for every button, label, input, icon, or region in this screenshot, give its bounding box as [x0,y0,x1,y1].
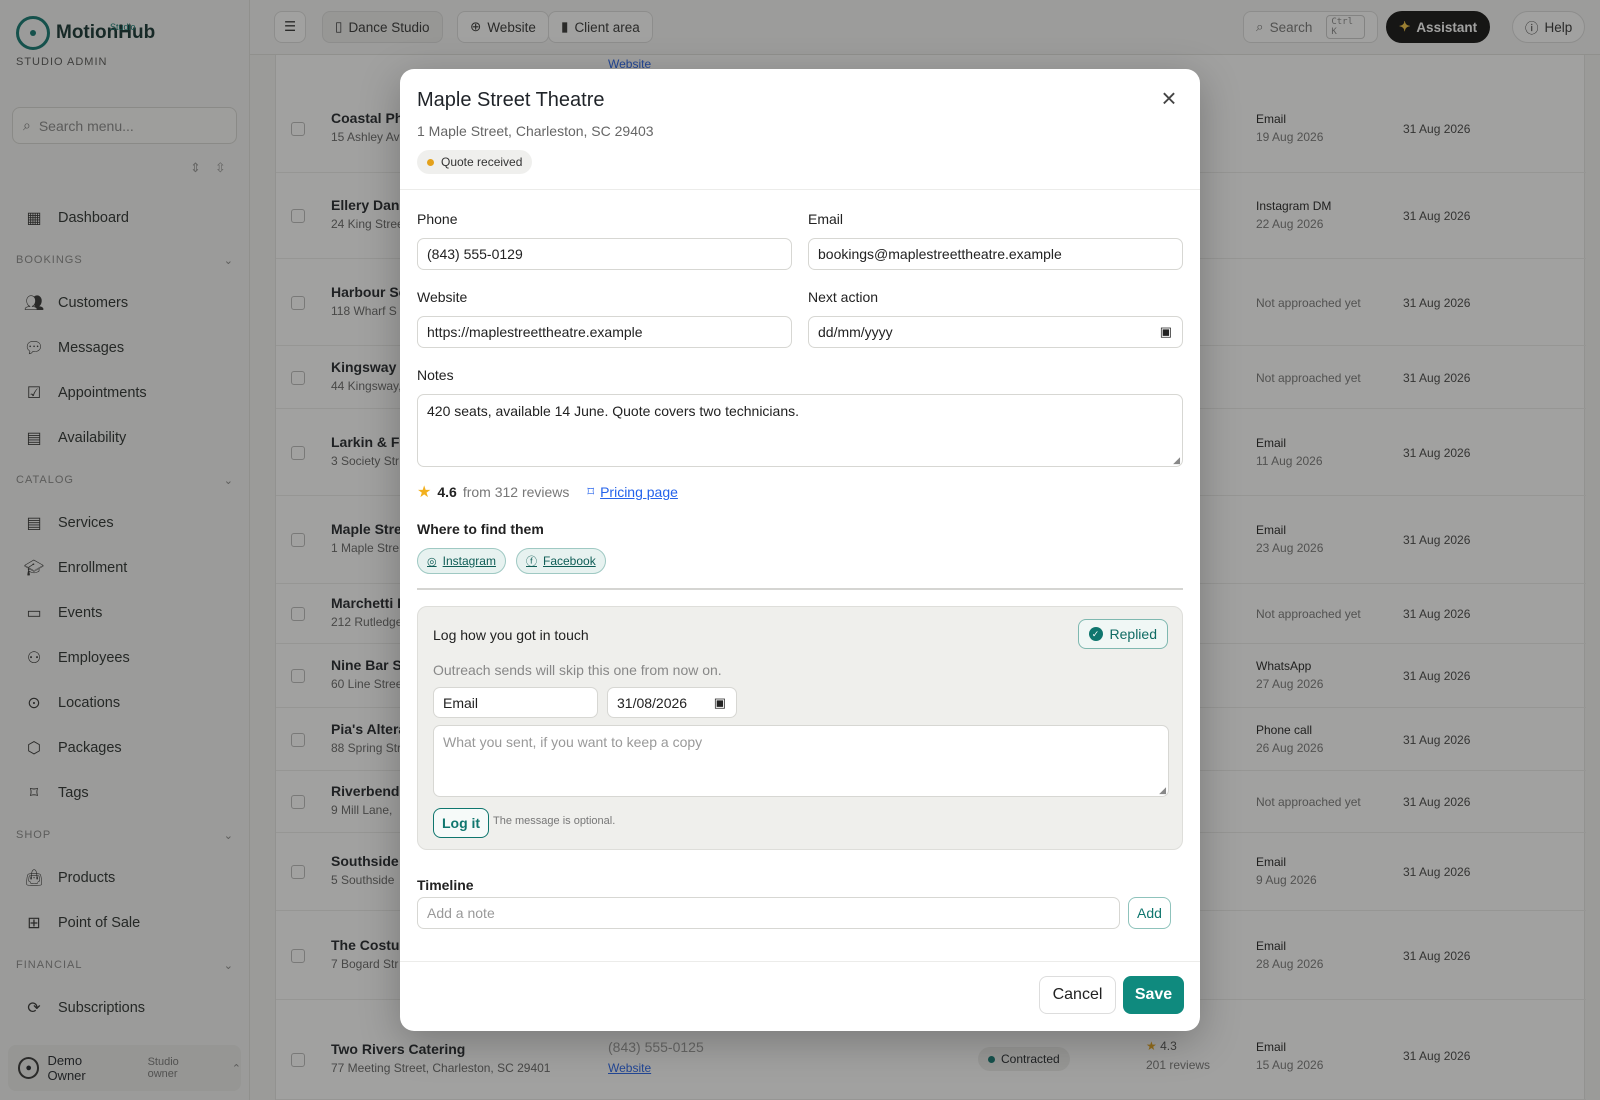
contact-log-panel: Log how you got in touch ✓ Replied Outrea… [417,606,1183,850]
resize-handle-icon[interactable]: ◢ [1159,785,1166,796]
notes-value: 420 seats, available 14 June. Quote cove… [427,403,799,419]
instagram-icon: ◎ [427,555,437,568]
divider [417,588,1183,590]
facebook-link[interactable]: ⓕ Facebook [516,548,606,574]
channel-value: Email [443,694,479,711]
close-icon[interactable]: × [1154,83,1184,113]
replied-toggle[interactable]: ✓ Replied [1077,619,1168,649]
timeline-note-input[interactable]: Add a note [417,897,1120,929]
status-label: Quote received [441,155,523,169]
timeline-placeholder: Add a note [427,905,495,921]
pricing-page-link[interactable]: Pricing page [600,484,678,500]
website-label: Website [417,289,468,305]
timeline-title: Timeline [417,877,474,893]
status-badge: Quote received [417,150,533,174]
calendar-icon[interactable]: ▣ [714,695,726,711]
contact-date-field[interactable]: 31/08/2026 ▣ [607,687,737,718]
lead-details-dialog: × Maple Street Theatre 1 Maple Street, C… [400,69,1200,1031]
calendar-icon[interactable]: ▣ [1160,324,1172,340]
divider [400,189,1200,190]
save-button[interactable]: Save [1123,976,1184,1014]
contact-log-title: Log how you got in touch [433,627,589,643]
dialog-footer-divider [400,961,1200,962]
status-dot-icon [427,158,434,166]
resize-handle-icon[interactable]: ◢ [1173,455,1180,466]
rating-row: ★ 4.6 from 312 reviews ⌑ Pricing page [417,482,678,502]
dialog-title: Maple Street Theatre [417,89,605,111]
notes-textarea[interactable]: 420 seats, available 14 June. Quote cove… [417,394,1183,467]
channel-select[interactable]: Email [433,687,598,718]
dialog-address: 1 Maple Street, Charleston, SC 29403 [417,123,654,139]
instagram-label: Instagram [442,554,496,568]
phone-label: Phone [417,211,458,227]
app-root: MotionHub Studio STUDIO ADMIN ⌕ Search m… [0,0,1600,1100]
next-action-placeholder: dd/mm/yyyy [818,324,893,340]
where-to-find-title: Where to find them [417,521,544,537]
replied-label: Replied [1109,626,1157,642]
log-it-button[interactable]: Log it [433,808,490,838]
email-value: bookings@maplestreettheatre.example [818,246,1062,262]
add-note-button[interactable]: Add [1128,897,1171,929]
facebook-icon: ⓕ [526,556,537,568]
message-textarea[interactable]: What you sent, if you want to keep a cop… [433,725,1169,797]
website-value: https://maplestreettheatre.example [427,324,643,340]
facebook-label: Facebook [543,554,596,568]
review-count: from 312 reviews [462,484,570,500]
log-hint: The message is optional. [493,815,616,827]
email-label: Email [808,211,844,227]
next-action-date-field[interactable]: dd/mm/yyyy ▣ [808,316,1183,348]
next-action-label: Next action [808,289,879,305]
cancel-button[interactable]: Cancel [1039,976,1116,1014]
phone-field[interactable]: (843) 555-0129 [417,238,792,270]
rating-value: 4.6 [437,484,457,500]
email-field[interactable]: bookings@maplestreettheatre.example [808,238,1183,270]
phone-value: (843) 555-0129 [427,246,523,262]
contact-date-value: 31/08/2026 [617,694,688,711]
message-placeholder: What you sent, if you want to keep a cop… [443,734,703,750]
contact-log-subtitle: Outreach sends will skip this one from n… [433,662,722,678]
check-circle-icon: ✓ [1088,627,1103,641]
tag-icon: ⌑ [587,484,595,499]
notes-label: Notes [417,367,454,383]
website-field[interactable]: https://maplestreettheatre.example [417,316,792,348]
instagram-link[interactable]: ◎ Instagram [417,548,506,574]
star-icon: ★ [417,484,432,501]
